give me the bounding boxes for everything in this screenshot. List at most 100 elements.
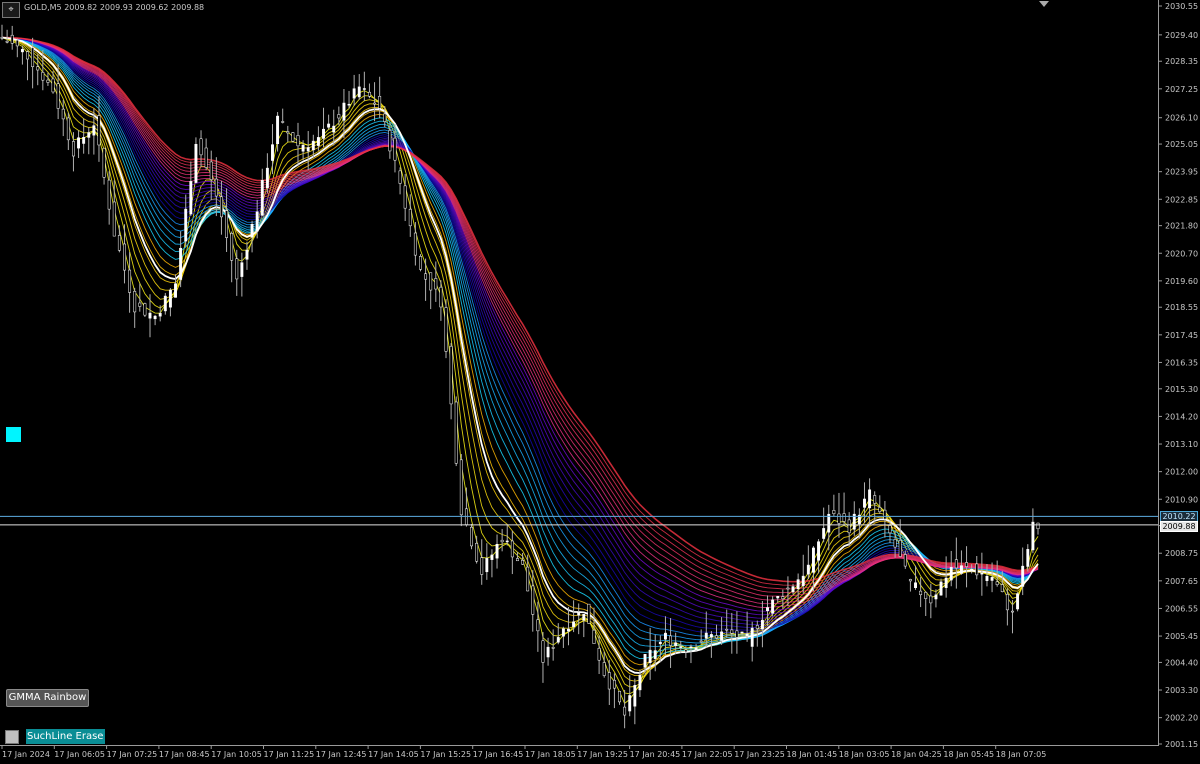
candle-body — [868, 489, 872, 509]
candle-body — [760, 619, 764, 630]
candle-body — [531, 585, 535, 615]
candle-body — [470, 526, 473, 547]
candle-body — [618, 691, 621, 703]
suchline-erase-button[interactable]: SuchLine Erase — [26, 729, 105, 744]
price-chart[interactable]: 2030.55 2029.40 2028.35 2027.25 2026.10 2025.… — [0, 0, 1200, 764]
candle-body — [521, 559, 525, 565]
candle-body — [459, 459, 463, 516]
candle-body — [572, 621, 576, 627]
candle-body — [561, 628, 565, 637]
candle-body — [633, 685, 637, 707]
candle-body — [179, 247, 183, 280]
candle-body — [1005, 594, 1009, 611]
x-tick-label: 17 Jan 10:05 — [211, 750, 262, 759]
x-tick-label: 17 Jan 18:05 — [525, 750, 576, 759]
y-tick-label: 2019.60 — [1165, 277, 1198, 286]
candle-body — [46, 79, 50, 83]
candle-body — [306, 147, 310, 152]
y-tick-label: 2025.05 — [1165, 140, 1198, 149]
x-tick-label: 17 Jan 15:25 — [420, 750, 471, 759]
y-tick-label: 2010.90 — [1165, 495, 1198, 504]
candle-body — [827, 513, 831, 533]
x-tick-label: 17 Jan 23:25 — [734, 750, 785, 759]
candle-body — [327, 123, 331, 128]
candle-body — [112, 201, 116, 237]
candle-body — [291, 132, 295, 142]
y-tick-label: 2005.45 — [1165, 632, 1198, 641]
candle-body — [163, 295, 167, 312]
candle-body — [189, 181, 193, 215]
candle-body — [505, 540, 509, 543]
candle-body — [367, 91, 371, 97]
candle-body — [883, 509, 887, 520]
candle-body — [316, 137, 320, 146]
y-tick-label: 2006.55 — [1165, 604, 1198, 613]
cyan-indicator-box[interactable] — [6, 427, 21, 442]
y-tick-label: 2030.55 — [1165, 2, 1198, 11]
x-tick-label: 17 Jan 08:45 — [159, 750, 210, 759]
candle-body — [643, 654, 647, 668]
candle-body — [352, 88, 356, 99]
candle-body — [893, 539, 897, 548]
candle-body — [184, 208, 188, 242]
candle-body — [842, 513, 846, 522]
candle-body — [786, 587, 790, 590]
candle-body — [449, 346, 453, 405]
candle-body — [117, 235, 121, 251]
candle-body — [766, 607, 769, 612]
candle-body — [908, 579, 912, 582]
candle-body — [1000, 584, 1004, 592]
candle-body — [214, 178, 218, 197]
candle-body — [444, 307, 448, 352]
erase-checkbox[interactable] — [5, 730, 19, 744]
candle-body — [158, 313, 162, 317]
candle-body — [398, 170, 402, 184]
candle-body — [107, 179, 111, 210]
y-tick-label: 2017.45 — [1165, 331, 1198, 340]
candle-body — [638, 674, 642, 691]
candle-body — [725, 628, 729, 631]
candle-body — [898, 540, 902, 557]
candle-body — [148, 312, 152, 319]
candle-body — [975, 563, 979, 576]
candle-body — [903, 554, 907, 567]
candle-body — [811, 547, 815, 573]
y-tick-label: 2029.40 — [1165, 31, 1198, 40]
candle-body — [510, 540, 514, 558]
candle-body — [653, 650, 657, 659]
candle-body — [776, 596, 780, 599]
candle-body — [128, 269, 132, 293]
candle-body — [919, 590, 923, 596]
candle-body — [796, 579, 800, 590]
candle-body — [980, 572, 984, 575]
candle-body — [36, 66, 40, 71]
gmma-rainbow-button[interactable]: GMMA Rainbow — [6, 689, 89, 707]
candle-body — [689, 646, 693, 649]
chart-menu-icon[interactable]: ⌖ — [2, 2, 20, 18]
candle-body — [383, 113, 387, 122]
candle-body — [337, 114, 341, 119]
candle-body — [699, 640, 703, 643]
candle-body — [204, 147, 208, 168]
candle-body — [704, 632, 708, 639]
candle-body — [567, 628, 570, 632]
candle-body — [260, 180, 264, 216]
candle-body — [296, 135, 300, 147]
candle-body — [429, 272, 433, 291]
x-tick-label: 17 Jan 07:25 — [107, 750, 158, 759]
candle-body — [332, 125, 336, 133]
shift-marker-icon[interactable] — [1039, 1, 1049, 7]
candle-body — [342, 102, 346, 121]
candle-body — [577, 612, 581, 616]
candle-body — [168, 289, 172, 308]
candle-body — [490, 554, 494, 560]
candle-body — [607, 672, 611, 690]
candle-body — [602, 662, 606, 676]
x-tick-label: 17 Jan 14:05 — [368, 750, 419, 759]
candle-body — [230, 232, 234, 261]
candle-body — [153, 315, 157, 320]
candle-body — [1026, 549, 1030, 567]
candle-body — [403, 185, 407, 209]
candle-body — [413, 232, 417, 256]
candle-body — [623, 706, 627, 716]
